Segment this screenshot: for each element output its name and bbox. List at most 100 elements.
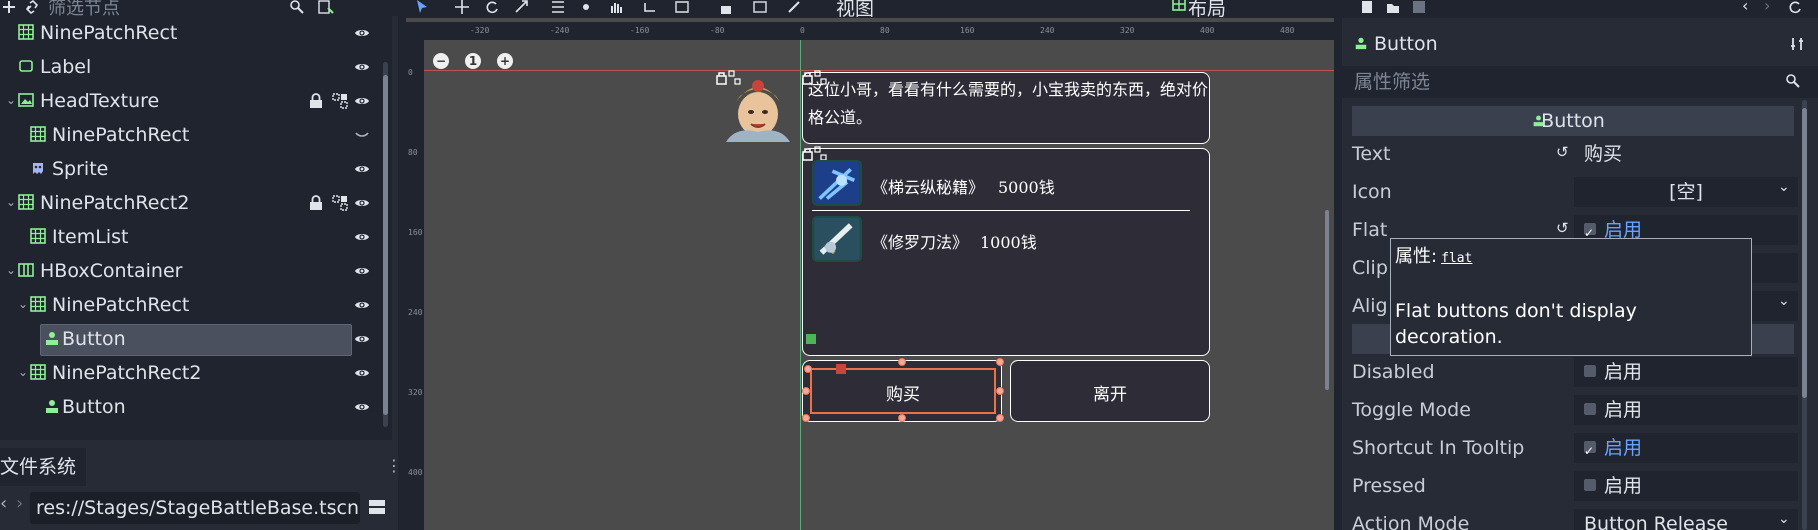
tree-row[interactable]: ⌄ HeadTexture xyxy=(0,84,380,118)
vertical-ruler[interactable]: 0 80 160 240 320 400 xyxy=(406,22,424,530)
pivot-tool-icon[interactable] xyxy=(578,0,594,14)
icon-resource-picker[interactable]: [空] xyxy=(1574,177,1798,207)
visibility-eye-icon[interactable] xyxy=(354,59,370,75)
filesystem-path-input[interactable]: res://Stages/StageBattleBase.tscn xyxy=(30,492,360,524)
disabled-checkbox[interactable]: 启用 xyxy=(1574,357,1798,387)
chevron-down-icon[interactable]: ⌄ xyxy=(1778,511,1790,527)
horizontal-ruler[interactable]: -320 -240 -160 -80 0 80 160 240 320 400 … xyxy=(406,22,1334,40)
tree-row[interactable]: Sprite xyxy=(0,152,380,186)
ninepatch-icon xyxy=(18,194,34,210)
forward-arrow-icon[interactable]: › xyxy=(16,493,28,519)
leave-button[interactable]: 离开 xyxy=(1010,380,1210,405)
add-node-icon[interactable] xyxy=(2,0,16,14)
select-tool-icon[interactable] xyxy=(414,0,430,14)
tree-row[interactable]: ItemList xyxy=(0,220,380,254)
snap-icon[interactable] xyxy=(642,0,658,14)
text-value-field[interactable]: 购买 xyxy=(1574,139,1798,169)
hidden-eye-icon[interactable] xyxy=(354,127,370,143)
visibility-eye-icon[interactable] xyxy=(354,399,370,415)
tree-row-selected[interactable]: Button xyxy=(0,322,380,356)
tree-row[interactable]: NinePatchRect xyxy=(0,16,380,50)
chevron-down-icon[interactable]: ⌄ xyxy=(18,362,30,382)
blade-technique-icon[interactable] xyxy=(812,216,862,262)
pivot-marker[interactable] xyxy=(836,364,846,374)
lock-selected-icon[interactable] xyxy=(718,0,734,14)
lock-icon[interactable] xyxy=(309,93,323,109)
new-resource-icon[interactable] xyxy=(1360,0,1374,14)
chevron-down-icon[interactable]: ⌄ xyxy=(18,294,30,314)
resize-handle[interactable] xyxy=(996,414,1004,422)
chevron-down-icon[interactable]: ⌄ xyxy=(1778,179,1790,195)
layout-menu[interactable]: 布局 xyxy=(1188,0,1226,20)
inspector-scrollbar-thumb[interactable] xyxy=(1802,108,1807,398)
visibility-eye-icon[interactable] xyxy=(354,195,370,211)
history-back-icon[interactable]: ‹ xyxy=(1742,0,1748,15)
zoom-reset-button[interactable]: 1 xyxy=(465,53,481,69)
back-arrow-icon[interactable]: ‹ xyxy=(0,493,12,519)
buy-button[interactable]: 购买 xyxy=(810,380,996,405)
chevron-down-icon[interactable]: ⌄ xyxy=(6,260,18,280)
tree-row[interactable]: ⌄ NinePatchRect2 xyxy=(0,186,380,220)
chevron-down-icon[interactable]: ⌄ xyxy=(1778,293,1790,309)
group-icon[interactable] xyxy=(332,93,348,109)
inspector-section-header[interactable]: Button xyxy=(1352,106,1794,136)
save-resource-icon[interactable] xyxy=(1412,0,1426,14)
object-history-icon[interactable] xyxy=(1788,0,1802,14)
viewport-scrollbar-thumb[interactable] xyxy=(1325,210,1329,390)
resize-handle[interactable] xyxy=(802,387,810,395)
revert-icon[interactable]: ↺ xyxy=(1556,219,1569,237)
tree-row[interactable]: ⌄ HBoxContainer xyxy=(0,254,380,288)
shortcut-in-tooltip-checkbox[interactable]: 启用 xyxy=(1574,433,1798,466)
visibility-eye-icon[interactable] xyxy=(354,297,370,313)
group-selected-icon[interactable] xyxy=(752,0,768,14)
scale-tool-icon[interactable] xyxy=(514,0,530,14)
resize-handle[interactable] xyxy=(802,414,810,422)
load-resource-icon[interactable] xyxy=(1386,0,1400,14)
anchor-marker[interactable] xyxy=(806,334,816,344)
resize-handle[interactable] xyxy=(804,365,812,373)
skill-book-icon[interactable] xyxy=(812,160,862,206)
history-forward-icon[interactable]: › xyxy=(1764,0,1770,15)
tree-row[interactable]: ⌄ NinePatchRect2 xyxy=(0,356,380,390)
resize-handle[interactable] xyxy=(996,358,1004,366)
visibility-eye-icon[interactable] xyxy=(354,331,370,347)
lock-icon[interactable] xyxy=(309,195,323,211)
skeleton-icon[interactable] xyxy=(786,0,802,14)
tree-row[interactable]: NinePatchRect xyxy=(0,118,380,152)
action-mode-dropdown[interactable]: Button Release xyxy=(1574,509,1798,530)
chevron-down-icon[interactable]: ⌄ xyxy=(6,90,18,110)
tree-row[interactable]: Button xyxy=(0,390,380,424)
visibility-eye-icon[interactable] xyxy=(354,229,370,245)
tooltip-prefix: 属性: xyxy=(1395,246,1438,267)
view-menu[interactable]: 视图 xyxy=(836,0,874,20)
tools-icon[interactable] xyxy=(1790,36,1806,52)
link-icon[interactable] xyxy=(24,0,40,14)
group-icon[interactable] xyxy=(332,195,348,211)
visibility-eye-icon[interactable] xyxy=(354,365,370,381)
rotate-tool-icon[interactable] xyxy=(484,0,500,14)
revert-icon[interactable]: ↺ xyxy=(1556,143,1569,161)
resize-handle[interactable] xyxy=(898,414,906,422)
tree-row[interactable]: ⌄ NinePatchRect xyxy=(0,288,380,322)
resize-handle[interactable] xyxy=(898,358,906,366)
split-view-icon[interactable] xyxy=(368,498,386,516)
chevron-down-icon[interactable]: ⌄ xyxy=(6,192,18,212)
resize-handle[interactable] xyxy=(996,387,1004,395)
property-filter-input[interactable]: 属性筛选 xyxy=(1342,66,1818,98)
scene-filter-input[interactable]: 筛选节点 xyxy=(48,0,358,19)
visibility-eye-icon[interactable] xyxy=(354,161,370,177)
visibility-eye-icon[interactable] xyxy=(354,25,370,41)
visibility-eye-icon[interactable] xyxy=(354,263,370,279)
zoom-in-button[interactable]: + xyxy=(497,53,513,69)
dock-menu-icon[interactable]: ⋮ xyxy=(386,456,402,476)
tree-row[interactable]: Label xyxy=(0,50,380,84)
list-select-icon[interactable] xyxy=(550,0,566,14)
zoom-out-button[interactable]: − xyxy=(433,53,449,69)
grid-snap-icon[interactable] xyxy=(674,0,690,14)
toggle-mode-checkbox[interactable]: 启用 xyxy=(1574,395,1798,425)
pressed-checkbox[interactable]: 启用 xyxy=(1574,471,1798,501)
scene-tree-scrollbar-thumb[interactable] xyxy=(383,75,388,415)
visibility-eye-icon[interactable] xyxy=(354,93,370,109)
move-tool-icon[interactable] xyxy=(454,0,470,14)
pan-tool-icon[interactable] xyxy=(608,0,624,14)
